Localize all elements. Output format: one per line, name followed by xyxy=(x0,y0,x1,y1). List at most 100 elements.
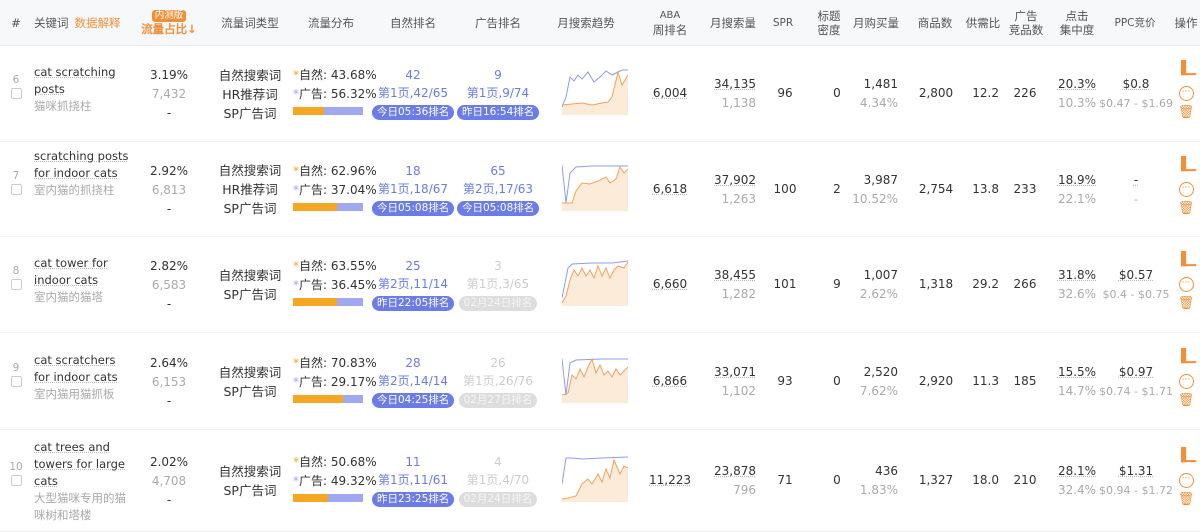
bar-chart-icon[interactable]: ▐▁ xyxy=(1176,445,1196,467)
ad-label: 广告: xyxy=(299,87,328,101)
trash-icon[interactable]: 🗑︎ xyxy=(1176,390,1196,412)
natural-rank-cell[interactable]: 18 第1页,18/67 今日05:08排名 xyxy=(372,162,455,216)
click-conc-cell: 18.9% 22.1% xyxy=(1055,171,1099,209)
natural-rank-cell[interactable]: 28 第2页,14/14 今日04:25排名 xyxy=(372,354,455,408)
natural-rank-page: 第1页,42/65 xyxy=(377,86,449,100)
trash-icon[interactable]: 🗑︎ xyxy=(1176,293,1196,315)
header-traffic-dist: 流量分布 xyxy=(308,16,354,30)
ad-rank-time-badge[interactable]: 昨日16:54排名 xyxy=(457,105,540,120)
ad-label: 广告: xyxy=(299,374,328,389)
natural-bar-fill xyxy=(293,298,338,306)
ad-rank-cell[interactable]: 26 第1页,26/76 02月27日排名 xyxy=(457,354,539,408)
traffic-share: 2.82% xyxy=(149,259,189,273)
monthly-purchase-cell: 3,987 10.52% xyxy=(846,171,898,209)
monthly-purchase: 3,987 xyxy=(863,172,898,187)
supply-demand-ratio: 18.0 xyxy=(972,473,999,487)
natural-label: 自然: xyxy=(299,355,328,370)
traffic-dist-bar xyxy=(293,494,363,502)
row-checkbox[interactable] xyxy=(11,279,22,290)
monthly-purchase: 1,007 xyxy=(863,268,898,282)
ad-rank-cell[interactable]: 4 第1页,4/70 02月24日排名 xyxy=(457,453,539,507)
monthly-search-cell: 33,071 1,102 xyxy=(700,363,756,401)
ad-rank-time-badge[interactable]: 02月24日排名 xyxy=(458,296,538,311)
header-ad-products-line1: 广告 xyxy=(1014,9,1038,23)
traffic-share-extra: - xyxy=(166,201,172,216)
ad-rank-cell[interactable]: 65 第2页,17/63 今日05:08排名 xyxy=(457,162,540,216)
traffic-share-count: 7,432 xyxy=(151,87,187,101)
natural-bar-fill xyxy=(293,107,324,115)
more-icon[interactable]: ··· xyxy=(1176,467,1196,489)
bar-chart-icon[interactable]: ▐▁ xyxy=(1176,154,1196,176)
row-checkbox[interactable] xyxy=(11,88,22,99)
bar-chart-icon[interactable]: ▐▁ xyxy=(1176,249,1196,271)
row-checkbox[interactable] xyxy=(11,475,22,486)
row-checkbox[interactable] xyxy=(11,183,22,195)
ppc-range: $0.4 - $0.75 xyxy=(1102,288,1170,301)
header-traffic-type: 流量词类型 xyxy=(221,16,279,30)
trash-icon[interactable]: 🗑︎ xyxy=(1176,198,1196,220)
natural-rank-time-badge[interactable]: 今日05:36排名 xyxy=(372,105,455,120)
more-icon[interactable]: ··· xyxy=(1176,80,1196,102)
data-explain-link[interactable]: 数据解释 xyxy=(75,16,121,30)
ad-rank-time-badge[interactable]: 今日05:08排名 xyxy=(457,200,540,216)
row-checkbox[interactable] xyxy=(11,375,22,387)
actions-cell: ▐▁ ··· 🗑︎ xyxy=(1176,249,1196,315)
more-icon[interactable]: ··· xyxy=(1176,176,1196,198)
monthly-purchase-cell: 1,481 4.34% xyxy=(846,75,898,113)
keyword-link[interactable]: cat tower for indoor cats xyxy=(34,255,134,289)
row-index: 8 xyxy=(12,265,20,277)
monthly-search-cell: 37,902 1,263 xyxy=(700,171,756,209)
ad-rank-cell[interactable]: 9 第1页,9/74 昨日16:54排名 xyxy=(457,66,540,120)
monthly-search-cell: 23,878 796 xyxy=(700,462,756,500)
click-conc-cell: 31.8% 32.6% xyxy=(1055,266,1099,304)
traffic-dist-cell: *自然: 50.68% *广告: 49.32% xyxy=(293,453,377,502)
natural-rank: 11 xyxy=(405,455,421,469)
traffic-type-cell: 自然搜索词 HR推荐词 SP广告词 xyxy=(210,161,290,218)
natural-rank-time-badge[interactable]: 今日04:25排名 xyxy=(372,392,455,408)
natural-pct: 63.55% xyxy=(330,259,377,273)
table-row: 7 scratching posts for indoor cats 室内猫的抓… xyxy=(0,142,1200,237)
click-conc-cell: 20.3% 10.3% xyxy=(1055,75,1099,113)
product-count: 1,327 xyxy=(918,473,954,487)
ad-rank-cell[interactable]: 3 第1页,3/65 02月24日排名 xyxy=(457,257,539,311)
natural-pct: 43.68% xyxy=(330,68,377,82)
trash-icon[interactable]: 🗑︎ xyxy=(1176,489,1196,511)
more-icon[interactable]: ··· xyxy=(1176,271,1196,293)
aba-rank: 6,660 xyxy=(652,277,688,291)
keyword-link[interactable]: cat scratching posts xyxy=(34,64,134,98)
ad-bar-fill xyxy=(323,107,363,115)
natural-rank-time-badge[interactable]: 昨日22:05排名 xyxy=(372,296,455,311)
keyword-link[interactable]: cat scratchers for indoor cats xyxy=(34,352,134,386)
natural-rank-cell[interactable]: 11 第1页,11/61 昨日23:25排名 xyxy=(372,453,455,507)
natural-rank-time-badge[interactable]: 昨日23:25排名 xyxy=(372,492,455,507)
search-trend-sparkline[interactable] xyxy=(562,163,628,211)
ad-share: *广告: 49.32% xyxy=(293,472,377,491)
natural-rank-cell[interactable]: 25 第2页,11/14 昨日22:05排名 xyxy=(372,257,455,311)
header-traffic-share[interactable]: 内测版 流量占比↓ xyxy=(138,0,200,46)
natural-rank-cell[interactable]: 42 第1页,42/65 今日05:36排名 xyxy=(372,66,455,120)
ad-rank-time-badge[interactable]: 02月24日排名 xyxy=(458,492,538,507)
keyword-link[interactable]: cat trees and towers for large cats xyxy=(34,439,134,490)
click-concentration-sub: 10.3% xyxy=(1057,96,1097,110)
spr: 100 xyxy=(773,181,797,196)
keyword-cell: cat trees and towers for large cats 大型猫咪… xyxy=(34,439,134,524)
bar-chart-icon[interactable]: ▐▁ xyxy=(1176,346,1196,368)
search-trend-sparkline[interactable] xyxy=(562,258,628,306)
click-concentration: 31.8% xyxy=(1057,268,1097,282)
ad-rank-time-badge[interactable]: 02月27日排名 xyxy=(458,392,538,408)
traffic-share-cell: 3.19% 7,432 - xyxy=(138,66,200,123)
trash-icon[interactable]: 🗑︎ xyxy=(1176,102,1196,124)
search-trend-sparkline[interactable] xyxy=(562,355,628,403)
traffic-type-tag: 自然搜索词 xyxy=(218,67,282,83)
keyword-cell: cat scratchers for indoor cats 室内猫用猫抓板 xyxy=(34,352,134,403)
keyword-link[interactable]: scratching posts for indoor cats xyxy=(34,148,134,182)
natural-rank-time-badge[interactable]: 今日05:08排名 xyxy=(372,200,455,216)
ad-label: 广告: xyxy=(299,474,328,488)
search-trend-sparkline[interactable] xyxy=(562,67,628,115)
bar-chart-icon[interactable]: ▐▁ xyxy=(1176,58,1196,80)
header-traffic-share-label[interactable]: 流量占比↓ xyxy=(141,22,197,36)
search-trend-sparkline[interactable] xyxy=(562,454,628,502)
keyword-cell: cat scratching posts 猫咪抓挠柱 xyxy=(34,64,134,115)
monthly-purchase-cell: 436 1.83% xyxy=(846,462,898,500)
more-icon[interactable]: ··· xyxy=(1176,368,1196,390)
